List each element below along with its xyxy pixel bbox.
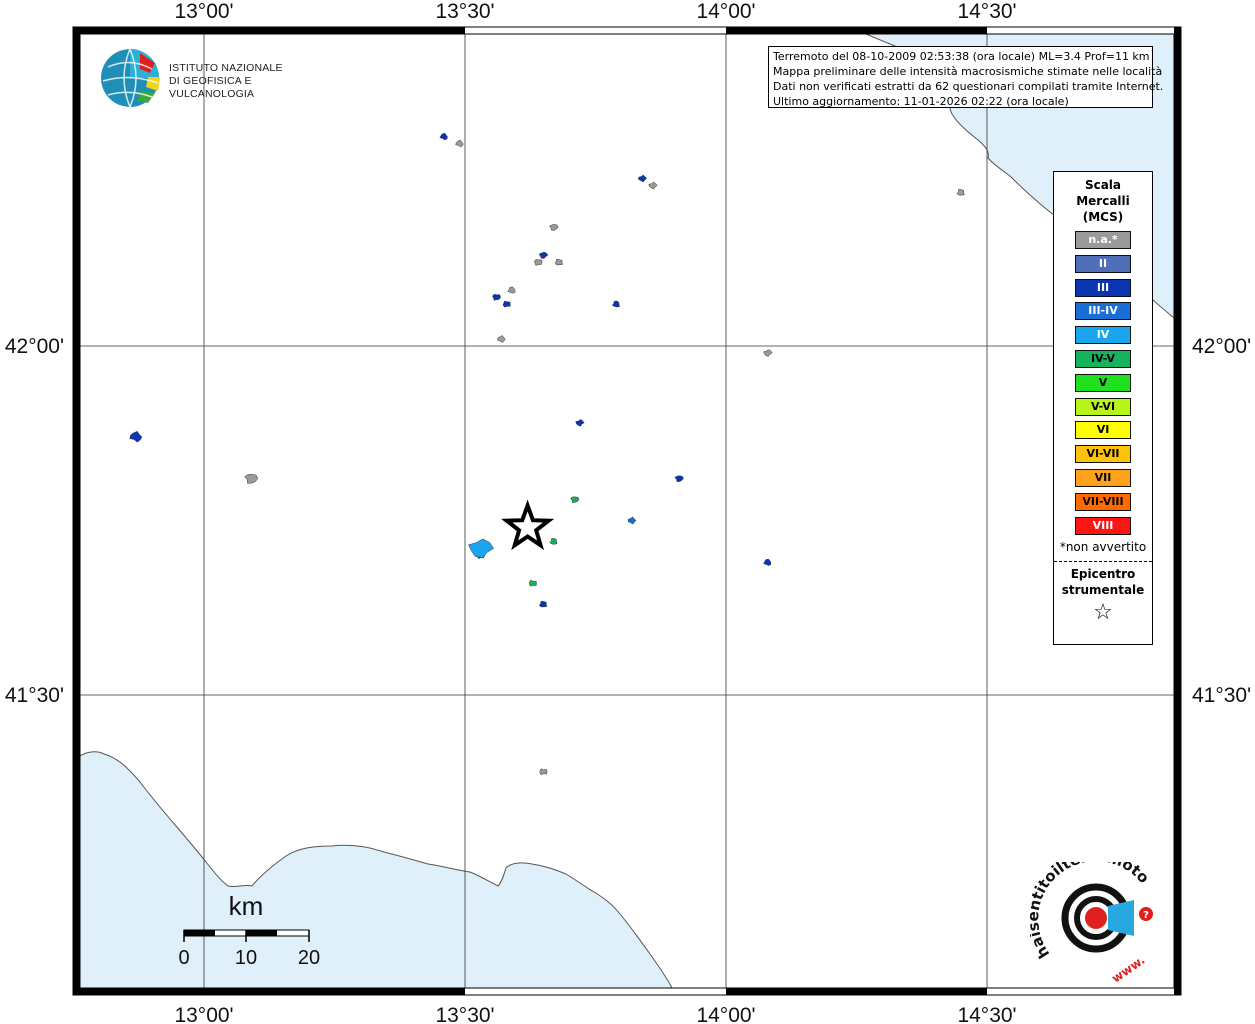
legend-item-5: IV-V <box>1075 349 1131 368</box>
legend-title: Scala Mercalli (MCS) <box>1054 177 1152 225</box>
legend-item-3: III-IV <box>1075 302 1131 321</box>
lon-label-14-00-bottom: 14°00' <box>696 1004 755 1024</box>
lat-label-42-00-right: 42°00' <box>1192 335 1251 358</box>
legend-item-9: VI-VII <box>1075 445 1131 464</box>
legend-epicenter-label: Epicentro strumentale <box>1054 566 1152 598</box>
locality-26 <box>529 579 537 587</box>
lat-label-42-00-left: 42°00' <box>5 335 64 358</box>
frame-band-bottom-1 <box>204 988 465 995</box>
hsit-logo: ? haisentitoilterremoto.it www. <box>1030 862 1153 982</box>
legend-item-10: VII <box>1075 468 1131 487</box>
frame-band-top-1 <box>204 27 465 34</box>
event-info-line2: Mappa preliminare delle intensità macros… <box>773 65 1163 78</box>
event-info-line1: Terremoto del 08-10-2009 02:53:38 (ora l… <box>773 50 1150 63</box>
legend-item-4: IV <box>1075 326 1131 345</box>
hsit-target-center <box>1085 907 1107 929</box>
ingv-name-line1: ISTITUTO NAZIONALE <box>169 62 283 74</box>
lat-labels-left: 42°00' 41°30' <box>5 335 64 707</box>
event-info-line4: Ultimo aggiornamento: 11-01-2026 02:22 (… <box>773 95 1069 108</box>
legend-note: *non avvertito <box>1059 540 1147 555</box>
scale-bar-label-20: 20 <box>298 947 320 969</box>
lon-labels-top: 13°00' 13°30' 14°00' 14°30' <box>174 0 1016 23</box>
lat-labels-right: 42°00' 41°30' <box>1192 335 1251 707</box>
frame-band-top-0 <box>80 27 204 34</box>
legend-item-7: V-VI <box>1075 397 1131 416</box>
ingv-logo: ISTITUTO NAZIONALE DI GEOFISICA E VULCAN… <box>100 47 330 109</box>
locality-15 <box>502 300 511 308</box>
scale-bar-label-0: 0 <box>178 947 189 969</box>
lon-label-13-00-bottom: 13°00' <box>174 1004 233 1024</box>
scale-bar-unit: km <box>229 891 264 921</box>
legend-item-0: n.a.* <box>1075 231 1131 249</box>
legend-item-6: V <box>1075 373 1131 392</box>
frame-band-right <box>1174 27 1181 995</box>
legend-item-11: VII-VIII <box>1075 492 1131 511</box>
legend-items: n.a.* II III III-IV IV IV-V V V-VI VI VI-VII VII VI… <box>1054 231 1152 535</box>
legend-title-line3: (MCS) <box>1082 210 1124 224</box>
legend-epicenter-star-icon: ☆ <box>1093 600 1113 626</box>
ingv-name-line2: DI GEOFISICA E VULCANOLOGIA <box>169 75 255 100</box>
scale-bar-seg-3 <box>246 930 277 936</box>
legend-item-2: III <box>1075 278 1131 297</box>
legend-separator <box>1054 561 1152 563</box>
scale-bar-label-10: 10 <box>235 947 257 969</box>
locality-3 <box>534 259 543 266</box>
map-background <box>80 34 1174 988</box>
legend-epicenter-line2: strumentale <box>1061 583 1145 598</box>
locality-14 <box>492 294 501 301</box>
locality-9 <box>539 768 548 776</box>
mcs-legend: Scala Mercalli (MCS) n.a.* II III III-IV IV I… <box>1053 171 1153 645</box>
legend-item-1: II <box>1075 254 1131 273</box>
scale-bar-seg-1 <box>184 930 215 936</box>
frame-band-bottom-0 <box>80 988 204 995</box>
ingv-name: ISTITUTO NAZIONALE DI GEOFISICA E VULCAN… <box>169 62 330 101</box>
frame-band-top-2 <box>726 27 987 34</box>
legend-item-8: VI <box>1075 421 1131 440</box>
lon-label-13-30-top: 13°30' <box>435 0 494 23</box>
event-info-box: Terremoto del 08-10-2009 02:53:38 (ora l… <box>768 46 1164 108</box>
lat-label-41-30-right: 41°30' <box>1192 684 1251 707</box>
lon-label-14-30-bottom: 14°30' <box>957 1004 1016 1024</box>
hsit-megaphone-icon <box>1108 900 1134 936</box>
ingv-globe-icon <box>101 48 160 108</box>
legend-epicenter-line1: Epicentro <box>1070 567 1136 582</box>
lon-labels-bottom: 13°00' 13°30' 14°00' 14°30' <box>174 1004 1016 1024</box>
lon-label-14-00-top: 14°00' <box>696 0 755 23</box>
lon-label-14-30-top: 14°30' <box>957 0 1016 23</box>
svg-text:?: ? <box>1143 910 1149 921</box>
hsit-logo-url: www. <box>1109 953 1147 982</box>
frame-band-bottom-2 <box>726 988 987 995</box>
lon-label-13-00-top: 13°00' <box>174 0 233 23</box>
legend-item-12: VIII <box>1075 516 1131 535</box>
event-info-line3: Dati non verificati estratti da 62 quest… <box>773 80 1164 93</box>
lon-label-13-30-bottom: 13°30' <box>435 1004 494 1024</box>
lat-label-41-30-left: 41°30' <box>5 684 64 707</box>
frame-band-left-0 <box>73 34 80 346</box>
legend-title-line1: Scala <box>1084 178 1122 192</box>
legend-title-line2: Mercalli <box>1076 194 1130 208</box>
